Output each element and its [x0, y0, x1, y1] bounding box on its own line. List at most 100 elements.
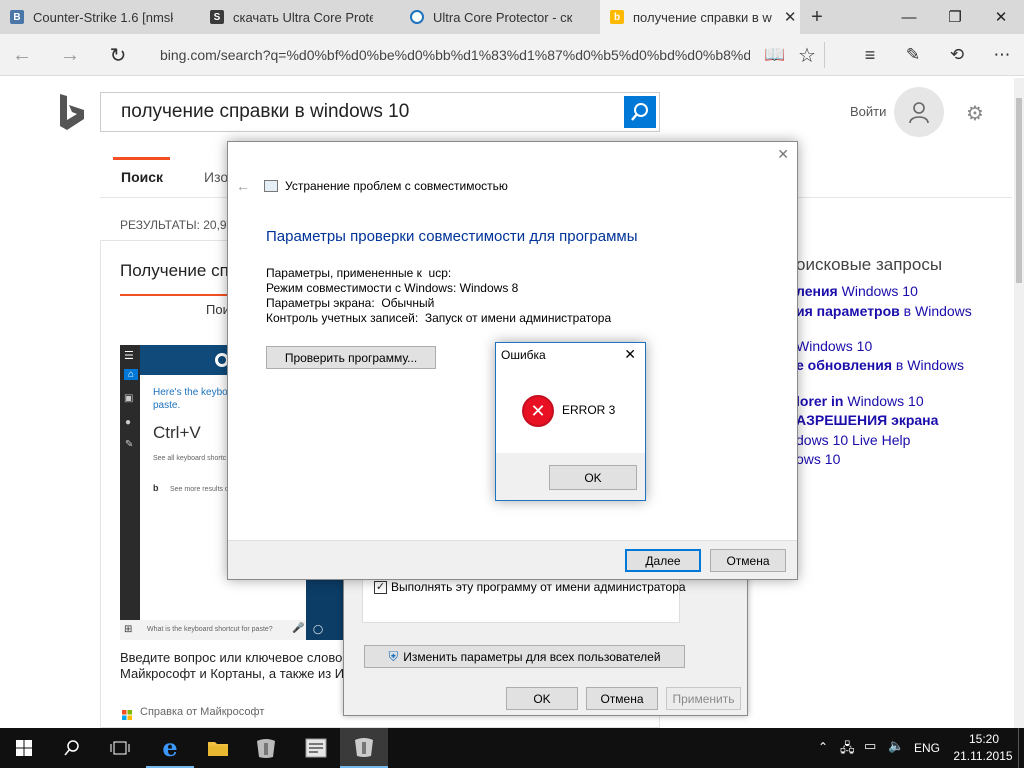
related-bold: ия параметров — [796, 303, 900, 319]
scrollbar-thumb[interactable] — [1016, 98, 1022, 283]
test-program-button[interactable]: Проверить программу... — [266, 346, 436, 369]
shield-icon: ⛨ — [388, 648, 399, 664]
clock-time[interactable]: 15:20 — [958, 732, 1010, 746]
cortana-ask: What is the keyboard shortcut for paste? — [147, 626, 273, 633]
troubleshooter-header: Устранение проблем с совместимостью — [285, 179, 508, 193]
restore-button[interactable]: ❐ — [932, 0, 978, 34]
next-button[interactable]: Далее — [625, 549, 701, 572]
related-rest: в Windows — [892, 357, 965, 373]
minimize-button[interactable]: — — [886, 0, 932, 34]
bing-logo[interactable] — [58, 92, 86, 132]
app-icon-active[interactable] — [340, 728, 388, 768]
troubleshooter-taskbar-icon[interactable] — [292, 728, 340, 768]
tab-2[interactable]: S скачать Ultra Core Protector — [200, 0, 400, 34]
screen-settings-value: Параметры экрана: Обычный — [266, 296, 435, 310]
troubleshooter-cancel-button[interactable]: Отмена — [710, 549, 786, 572]
browser-icon — [410, 10, 424, 24]
more-icon[interactable]: ⋯ — [982, 34, 1022, 76]
related-item[interactable]: е обновления в Windows — [796, 357, 964, 373]
notebook-icon: ▣ — [124, 393, 134, 404]
tab-1[interactable]: B Counter-Strike 1.6 [nmsk-71 — [0, 0, 200, 34]
avatar[interactable] — [894, 87, 944, 137]
related-rest: в Windows — [899, 303, 972, 319]
edge-icon[interactable]: e — [146, 728, 194, 768]
card-title[interactable]: Получение сп — [120, 261, 229, 281]
related-item[interactable]: dows 10 Live Help — [796, 432, 910, 448]
task-view-icon[interactable] — [96, 728, 144, 768]
card-desc-line2: Майкрософт и Кортаны, а также из И — [120, 666, 345, 681]
tab-4-active[interactable]: b получение справки в w ✕ — [600, 0, 800, 34]
search-box[interactable]: получение справки в windows 10 — [100, 92, 660, 132]
error-ok-button[interactable]: OK — [549, 465, 637, 490]
close-window-button[interactable]: ✕ — [978, 0, 1024, 34]
run-as-admin-checkbox[interactable]: ✓ — [374, 581, 387, 594]
microsoft-logo-icon — [122, 707, 132, 720]
related-rest: Windows 10 — [837, 283, 918, 299]
language-indicator[interactable]: ENG — [914, 741, 940, 755]
page-scrollbar[interactable] — [1014, 78, 1024, 728]
web-note-icon[interactable]: ✎ — [893, 34, 933, 76]
related-bold: АЗРЕШЕНИЯ экрана — [796, 412, 939, 428]
search-icon[interactable] — [624, 96, 656, 128]
home-icon: ⌂ — [124, 369, 138, 380]
related-item[interactable]: ия параметров в Windows — [796, 303, 972, 319]
refresh-icon[interactable]: ↻ — [98, 34, 138, 76]
app-icon[interactable] — [242, 728, 290, 768]
close-icon[interactable]: ✕ — [777, 146, 789, 163]
related-rest: ows 10 — [796, 451, 841, 467]
tab-title: скачать Ultra Core Protector — [233, 9, 373, 25]
tab-search[interactable]: Поиск — [121, 169, 163, 185]
properties-ok-button[interactable]: OK — [506, 687, 578, 710]
hamburger-icon: ☰ — [124, 350, 134, 362]
forward-icon[interactable]: → — [50, 34, 90, 76]
back-arrow-icon[interactable]: ← — [236, 178, 250, 194]
tab-3[interactable]: Ultra Core Protector - скача — [400, 0, 600, 34]
tab-title: Ultra Core Protector - скача — [433, 9, 573, 25]
run-as-admin-label[interactable]: Выполнять эту программу от имени админис… — [391, 580, 686, 594]
related-item[interactable]: Windows 10 — [796, 338, 872, 354]
signin-link[interactable]: Войти — [850, 104, 886, 119]
properties-cancel-button[interactable]: Отмена — [586, 687, 658, 710]
mic-icon: 🎤 — [292, 623, 305, 634]
bing-small-icon: b — [153, 483, 159, 493]
vk-icon: B — [10, 10, 24, 24]
address-bar[interactable]: bing.com/search?q=%d0%bf%d0%be%d0%bb%d1%… — [160, 44, 750, 66]
start-button[interactable] — [0, 728, 48, 768]
cortana-line2: paste. — [153, 400, 181, 411]
error-message: ERROR 3 — [562, 403, 616, 417]
hub-icon[interactable]: ≡ — [850, 34, 890, 76]
related-bold: ления — [796, 283, 838, 299]
related-item[interactable]: ления Windows 10 — [796, 283, 918, 299]
file-explorer-icon[interactable] — [194, 728, 242, 768]
divider — [824, 42, 825, 68]
show-desktop-button[interactable] — [1018, 728, 1024, 768]
search-input[interactable]: получение справки в windows 10 — [121, 101, 409, 123]
back-icon[interactable]: ← — [2, 34, 42, 76]
change-all-users-button[interactable]: ⛨ Изменить параметры для всех пользовате… — [364, 645, 685, 668]
bing-icon: b — [610, 10, 624, 24]
related-bold: lorer in — [796, 393, 844, 409]
close-tab-icon[interactable]: ✕ — [780, 8, 800, 26]
search-icon[interactable] — [48, 728, 96, 768]
help-source[interactable]: Справка от Майкрософт — [140, 706, 264, 718]
navigation-bar: ← → ↻ bing.com/search?q=%d0%bf%d0%be%d0%… — [0, 34, 1024, 76]
chevron-up-icon[interactable]: ⌃ — [818, 740, 828, 754]
volume-icon[interactable]: 🔈 — [888, 738, 904, 754]
cortana-see-more: See more results o — [170, 486, 229, 493]
tab-images[interactable]: Изо — [204, 169, 228, 185]
clock-date[interactable]: 21.11.2015 — [950, 749, 1016, 763]
favorite-star-icon[interactable]: ☆ — [787, 34, 827, 76]
related-item[interactable]: lorer in Windows 10 — [796, 393, 924, 409]
troubleshooter-title: Параметры проверки совместимости для про… — [266, 228, 638, 245]
gear-icon[interactable]: ⚙ — [966, 101, 984, 126]
new-tab-button[interactable]: + — [804, 0, 830, 34]
related-item[interactable]: ows 10 — [796, 451, 840, 467]
network-icon[interactable]: 🖧 — [840, 739, 855, 761]
notification-icon[interactable]: ▭ — [864, 738, 876, 754]
taskbar: e ⌃ 🖧 ▭ 🔈 ENG 15:20 21.11.2015 — [0, 728, 1024, 768]
related-item[interactable]: АЗРЕШЕНИЯ экрана — [796, 412, 938, 428]
error-icon: ✕ — [522, 395, 554, 427]
tab-strip: B Counter-Strike 1.6 [nmsk-71 S скачать … — [0, 0, 1024, 34]
share-icon[interactable]: ⟲ — [937, 34, 977, 76]
close-icon[interactable]: ✕ — [624, 346, 636, 363]
